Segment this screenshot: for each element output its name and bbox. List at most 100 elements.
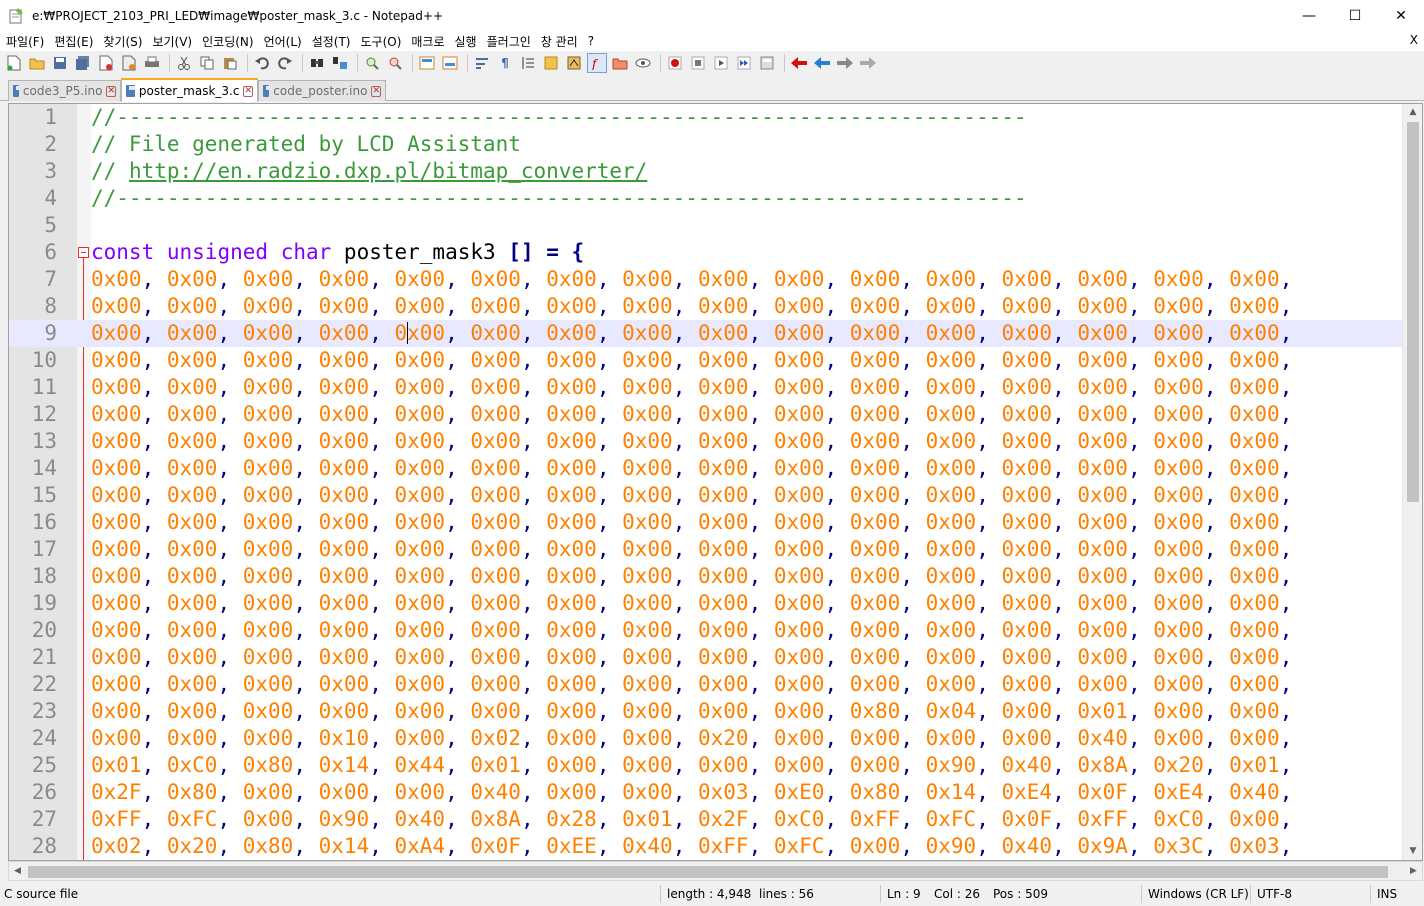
save-macro-icon[interactable] [757, 53, 777, 73]
back-arrow-icon[interactable] [812, 53, 832, 73]
menu-window[interactable]: 창 관리 [537, 33, 582, 50]
word-wrap-icon[interactable] [472, 53, 492, 73]
hex-value: 0xE0 [773, 780, 825, 804]
copy-icon[interactable] [197, 53, 217, 73]
hex-value: 0x00 [470, 537, 521, 561]
menu-settings[interactable]: 설정(T) [308, 33, 355, 50]
hex-value: 0x00 [1153, 645, 1204, 669]
status-eol[interactable]: Windows (CR LF) [1148, 887, 1249, 901]
horizontal-scrollbar[interactable]: ◀ ▶ [8, 861, 1423, 881]
menu-file[interactable]: 파일(F) [2, 33, 48, 50]
menu-tools[interactable]: 도구(O) [357, 33, 406, 50]
close-document-button[interactable]: X [1410, 33, 1418, 47]
tab-poster-mask-3[interactable]: poster_mask_3.c ✕ [121, 78, 258, 102]
hex-value: 0x00 [470, 375, 521, 399]
menu-run[interactable]: 실행 [451, 33, 481, 50]
forward-arrow-end-icon[interactable] [858, 53, 878, 73]
stop-macro-icon[interactable] [688, 53, 708, 73]
menu-encoding[interactable]: 인코딩(N) [198, 33, 257, 50]
code-line: 28 0x02, 0x20, 0x80, 0x14, 0xA4, 0x0F, 0x… [9, 833, 1402, 860]
hex-value: 0x00 [470, 456, 521, 480]
hex-value: 0x00 [925, 348, 977, 372]
line-number: 25 [31, 753, 57, 777]
hex-value: 0x00 [546, 672, 597, 696]
play-macro-icon[interactable] [711, 53, 731, 73]
comment-url-link[interactable]: http://en.radzio.dxp.pl/bitmap_converter… [129, 159, 647, 183]
vertical-scroll-thumb[interactable] [1407, 122, 1419, 502]
horizontal-scroll-thumb[interactable] [28, 866, 1388, 878]
zoom-in-icon[interactable] [362, 53, 382, 73]
tab-close-icon[interactable]: ✕ [106, 85, 116, 97]
tab-close-icon[interactable]: ✕ [371, 85, 381, 97]
hex-value: 0x00 [546, 375, 597, 399]
cut-icon[interactable] [174, 53, 194, 73]
scroll-right-icon[interactable]: ▶ [1405, 862, 1422, 880]
hex-value: 0x00 [546, 402, 597, 426]
replace-icon[interactable] [330, 53, 350, 73]
user-language-icon[interactable] [541, 53, 561, 73]
code-editor[interactable]: 1 //-------------------------------------… [8, 103, 1423, 861]
hex-value: 0x80 [849, 780, 901, 804]
close-button[interactable]: ✕ [1378, 0, 1424, 31]
menu-search[interactable]: 찾기(S) [99, 33, 146, 50]
tab-code-poster[interactable]: code_poster.ino ✕ [258, 80, 386, 101]
open-file-icon[interactable] [27, 53, 47, 73]
zoom-out-icon[interactable] [385, 53, 405, 73]
hex-value: 0xC0 [166, 753, 218, 777]
show-all-chars-icon[interactable]: ¶ [495, 53, 515, 73]
vertical-scrollbar[interactable]: ▲ ▼ [1402, 104, 1422, 860]
run-macro-multiple-icon[interactable] [734, 53, 754, 73]
menu-help[interactable]: ? [584, 34, 598, 48]
close-all-icon[interactable] [119, 53, 139, 73]
scroll-up-icon[interactable]: ▲ [1403, 104, 1422, 121]
undo-icon[interactable] [252, 53, 272, 73]
hex-value: 0x00 [394, 348, 446, 372]
monitoring-icon[interactable] [633, 53, 653, 73]
function-list-icon[interactable]: f [587, 53, 607, 73]
sync-horizontal-icon[interactable] [440, 53, 460, 73]
hex-value: 0x00 [698, 618, 749, 642]
tab-code3-p5[interactable]: code3_P5.ino ✕ [8, 80, 121, 101]
hex-value: 0x00 [546, 564, 597, 588]
paste-icon[interactable] [220, 53, 240, 73]
menu-language[interactable]: 언어(L) [260, 33, 306, 50]
print-icon[interactable] [142, 53, 162, 73]
back-arrow-red-icon[interactable] [789, 53, 809, 73]
hex-value: 0x00 [318, 537, 370, 561]
redo-icon[interactable] [275, 53, 295, 73]
scroll-down-icon[interactable]: ▼ [1403, 843, 1422, 860]
sync-vertical-icon[interactable] [417, 53, 437, 73]
document-map-icon[interactable] [564, 53, 584, 73]
forward-arrow-icon[interactable] [835, 53, 855, 73]
status-encoding[interactable]: UTF-8 [1257, 887, 1292, 901]
minimize-button[interactable]: — [1286, 0, 1332, 31]
hex-value: 0x00 [91, 456, 142, 480]
record-macro-icon[interactable] [665, 53, 685, 73]
status-insert-mode[interactable]: INS [1377, 887, 1397, 901]
maximize-button[interactable]: ☐ [1332, 0, 1378, 31]
close-file-icon[interactable] [96, 53, 116, 73]
find-icon[interactable] [307, 53, 327, 73]
menu-edit[interactable]: 편집(E) [50, 33, 97, 50]
menu-plugins[interactable]: 플러그인 [483, 33, 535, 50]
save-icon[interactable] [50, 53, 70, 73]
hex-value: 0x00 [318, 294, 370, 318]
menu-macro[interactable]: 매크로 [407, 33, 448, 50]
folder-workspace-icon[interactable] [610, 53, 630, 73]
tab-close-icon[interactable]: ✕ [243, 85, 253, 97]
hex-value: 0x00 [925, 672, 977, 696]
hex-value: 0x00 [242, 618, 294, 642]
notepadpp-logo-icon [8, 7, 24, 24]
hex-value: 0x00 [622, 375, 673, 399]
hex-value: 0x00 [166, 456, 218, 480]
hex-value: 0x00 [166, 294, 218, 318]
hex-value: 0x01 [91, 753, 142, 777]
save-all-icon[interactable] [73, 53, 93, 73]
new-file-icon[interactable] [4, 53, 24, 73]
array-name: poster_mask3 [343, 240, 496, 264]
menu-view[interactable]: 보기(V) [148, 33, 196, 50]
indent-guide-icon[interactable] [518, 53, 538, 73]
hex-value: 0x00 [318, 510, 370, 534]
scroll-left-icon[interactable]: ◀ [9, 862, 26, 880]
hex-value: 0xFF [698, 834, 749, 858]
